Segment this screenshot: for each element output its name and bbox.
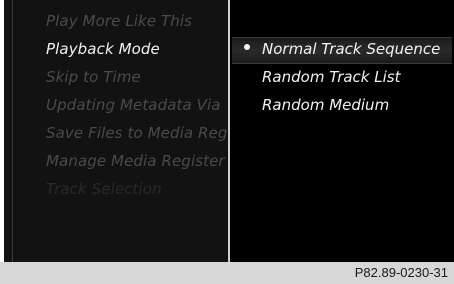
menu-item-manage-media-register[interactable]: Manage Media Register: [46, 152, 225, 170]
menu-item-skip-to-time[interactable]: Skip to Time: [46, 68, 141, 86]
playback-mode-submenu: Normal Track Sequence Random Track List …: [230, 0, 454, 262]
menu-item-track-selection[interactable]: Track Selection: [46, 180, 162, 198]
figure-code: P82.89-0230-31: [354, 265, 448, 280]
option-random-medium[interactable]: Random Medium: [262, 96, 389, 114]
selected-bullet-icon: [244, 44, 250, 50]
pane-edge-line: [12, 0, 13, 262]
menu-item-updating-metadata[interactable]: Updating Metadata Via: [46, 96, 221, 114]
option-random-track-list[interactable]: Random Track List: [262, 68, 400, 86]
menu-item-playback-mode[interactable]: Playback Mode: [46, 40, 160, 58]
menu-item-save-files[interactable]: Save Files to Media Reg: [46, 124, 227, 142]
media-screen: Play More Like This Playback Mode Skip t…: [4, 0, 454, 262]
figure-footer: P82.89-0230-31: [0, 262, 454, 284]
menu-item-play-more-like-this[interactable]: Play More Like This: [46, 12, 192, 30]
option-normal-track-sequence[interactable]: Normal Track Sequence: [262, 40, 440, 58]
options-menu-pane: Play More Like This Playback Mode Skip t…: [4, 0, 228, 262]
